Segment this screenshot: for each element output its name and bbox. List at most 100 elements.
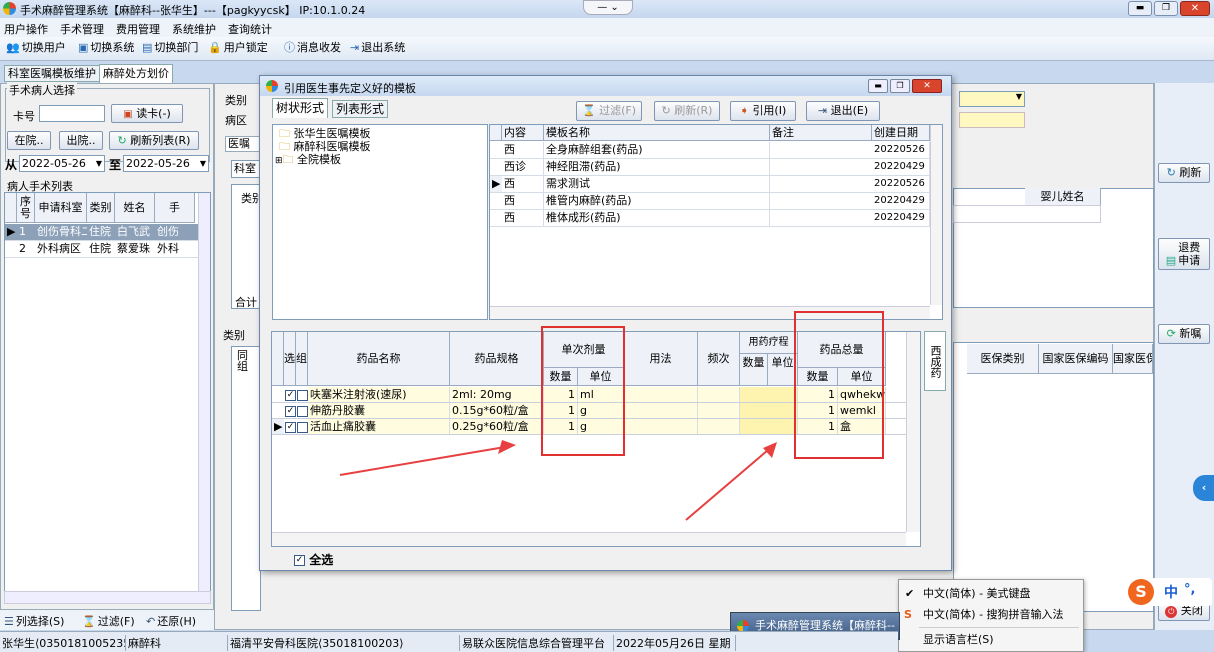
upper-right-row	[953, 205, 1101, 223]
col-baby-name: 婴儿姓名	[1025, 188, 1101, 206]
left-bottom-button-0[interactable]: ☰ 列选择(S)	[4, 613, 64, 629]
row-checkbox[interactable]: ✓	[284, 387, 296, 402]
power-icon: ⏻	[1165, 606, 1178, 618]
main-toolbar: 👥 切换用户 ▣ 切换系统 ▤ 切换部门 🔒 用户锁定 ⓘ 消息收发 ⇥ 退出系统	[0, 37, 1214, 61]
col-indicator	[5, 193, 17, 223]
menu-item-3[interactable]: 系统维护	[172, 21, 216, 37]
patient-col-0: 序号	[17, 193, 35, 223]
refresh-button[interactable]: ↻ 刷新	[1158, 163, 1210, 183]
tree-node-dept[interactable]: 🗀 麻醉科医嘱模板	[279, 140, 371, 153]
drug-col-spec: 药品规格	[450, 332, 544, 386]
group-title: 手术病人选择	[7, 82, 77, 98]
left-bottom-button-1[interactable]: ⌛ 过滤(F)	[82, 613, 135, 629]
group-checkbox[interactable]	[296, 387, 308, 402]
toolbar-button-0[interactable]: 👥 切换用户	[6, 37, 66, 59]
menu-item-0[interactable]: 用户操作	[4, 21, 48, 37]
left-bottom-button-2[interactable]: ↶ 还原(H)	[146, 613, 196, 629]
dialog-min-button[interactable]: ▬	[868, 79, 888, 93]
tpl-vscroll[interactable]	[930, 125, 942, 305]
minimize-button[interactable]: ▬	[1128, 1, 1152, 16]
template-row[interactable]: 西诊 神经阻滞(药品) 20220429	[490, 159, 942, 176]
filter-icon: ⌛	[581, 104, 596, 117]
status-field-4: 2022年05月26日 星期	[616, 635, 736, 651]
toolbar-button-3[interactable]: 🔒 用户锁定	[208, 37, 268, 59]
ime-item-langbar[interactable]: 显示语言栏(S)	[899, 630, 1083, 650]
type-select[interactable]: ▼	[959, 91, 1025, 107]
patient-row[interactable]: ▶ 1 创伤骨科二 住院 白飞武 创伤	[5, 224, 210, 241]
tree-node-hospital[interactable]: ⊞🗀 全院模板	[275, 153, 341, 168]
group-checkbox[interactable]	[296, 403, 308, 418]
drug-cell: 2ml: 20mg	[450, 387, 544, 402]
ime-item-us[interactable]: ✔ 中文(简体) - 美式键盘	[899, 584, 1083, 604]
side-arrow-button[interactable]: ‹	[1193, 475, 1214, 501]
left-bottom-icon-2: ↶	[146, 615, 156, 628]
restore-button[interactable]: ❐	[1154, 1, 1178, 16]
lower-grid	[231, 346, 261, 611]
template-cell: 西	[502, 210, 544, 226]
window-title: 手术麻醉管理系统【麻醉科--张华生】---【pagkyycsk】 IP:10.1…	[20, 4, 366, 17]
chevron-down-icon: ▼	[95, 159, 102, 168]
date-from-picker[interactable]: 2022-05-26 ▼	[19, 155, 105, 172]
read-card-button[interactable]: ▣ 读卡(-)	[111, 104, 183, 123]
toolbar-button-5[interactable]: ⇥ 退出系统	[350, 37, 405, 59]
refresh-list-button[interactable]: ↻ 刷新列表(R)	[109, 131, 199, 150]
row-checkbox[interactable]: ✓	[284, 403, 296, 418]
template-cell: 西	[502, 193, 544, 209]
left-hscroll[interactable]	[4, 591, 211, 604]
ime-status[interactable]: S 中 °,	[1128, 578, 1212, 606]
patient-cell: 外科	[157, 242, 179, 255]
exit-button[interactable]: ⇥ 退出(E)	[806, 101, 880, 121]
date-to-picker[interactable]: 2022-05-26 ▼	[123, 155, 209, 172]
template-row[interactable]: 西椎管内麻醉(药品) 20220429	[490, 193, 942, 210]
menu-item-1[interactable]: 手术管理	[60, 21, 104, 37]
tab-tree[interactable]: 树状形式	[272, 98, 329, 118]
reference-button[interactable]: ➧ 引用(I)	[730, 101, 796, 121]
title-dropdown-icon[interactable]: — ⌄	[583, 0, 633, 15]
card-input[interactable]	[39, 105, 105, 122]
lower-right-grid	[953, 342, 1154, 612]
menu-item-2[interactable]: 费用管理	[116, 21, 160, 37]
tab-list[interactable]: 列表形式	[332, 100, 389, 118]
template-cell: 20220526	[872, 176, 930, 192]
toolbar-button-1[interactable]: ▣ 切换系统	[78, 37, 134, 59]
dept-field[interactable]: 科室	[231, 160, 261, 178]
template-row[interactable]: 西椎体成形(药品) 20220429	[490, 210, 942, 227]
menu-item-4[interactable]: 查询统计	[228, 21, 272, 37]
ime-item-sogou[interactable]: S 中文(简体) - 搜狗拼音输入法	[899, 605, 1083, 625]
exit-icon: ⇥	[817, 104, 828, 117]
patient-row[interactable]: 2 外科病区 住院 蔡爱珠 外科	[5, 241, 210, 258]
select-all[interactable]: ✓ 全选	[294, 551, 333, 568]
out-hospital-button[interactable]: 出院..	[59, 131, 103, 150]
template-row[interactable]: 西全身麻醉组套(药品) 20220526	[490, 142, 942, 159]
close-button[interactable]: ✕	[1180, 1, 1210, 16]
dialog-max-button[interactable]: ❐	[890, 79, 910, 93]
patient-cell: 创伤骨科二	[37, 225, 87, 238]
ime-menu: ✔ 中文(简体) - 美式键盘 S 中文(简体) - 搜狗拼音输入法 显示语言栏(S…	[898, 579, 1084, 652]
template-row[interactable]: ▶ 西需求测试 20220526	[490, 176, 942, 193]
in-hospital-button[interactable]: 在院..	[7, 131, 51, 150]
sogou-icon: S	[904, 608, 912, 621]
side-tab-western[interactable]: 西成药	[924, 331, 946, 391]
dialog-refresh-button[interactable]: ↻ 刷新(R)	[654, 101, 720, 121]
ward-field[interactable]	[959, 112, 1025, 128]
left-bottom-icon-0: ☰	[4, 615, 14, 628]
refresh-icon: ↻	[661, 104, 671, 117]
row-checkbox[interactable]: ✓	[284, 419, 296, 434]
tree-node-personal[interactable]: 🗀 张华生医嘱模板	[279, 127, 371, 140]
tab-prescription[interactable]: 麻醉处方划价	[99, 64, 173, 83]
drug-hscroll[interactable]	[272, 532, 906, 546]
tab-template-maint[interactable]: 科室医嘱模板维护	[4, 65, 100, 82]
dialog-close-button[interactable]: ✕	[912, 79, 942, 93]
refund-request-button[interactable]: ▤退费申请	[1158, 238, 1210, 270]
patient-vscroll[interactable]	[198, 193, 210, 591]
drug-vscroll[interactable]	[906, 332, 920, 532]
orders-tab[interactable]: 医嘱	[225, 136, 261, 152]
filter-button[interactable]: ⌛ 过滤(F)	[576, 101, 642, 121]
template-cell: 椎管内麻醉(药品)	[544, 193, 770, 209]
patient-col-2: 类别	[87, 193, 115, 223]
new-order-button[interactable]: ⟳ 新嘱	[1158, 324, 1210, 344]
category-label: 类别	[225, 94, 247, 107]
toolbar-button-2[interactable]: ▤ 切换部门	[142, 37, 198, 59]
dialog-title-bar: 引用医生事先定义好的模板 ▬ ❐ ✕	[260, 76, 951, 96]
toolbar-button-4[interactable]: ⓘ 消息收发	[284, 37, 341, 59]
